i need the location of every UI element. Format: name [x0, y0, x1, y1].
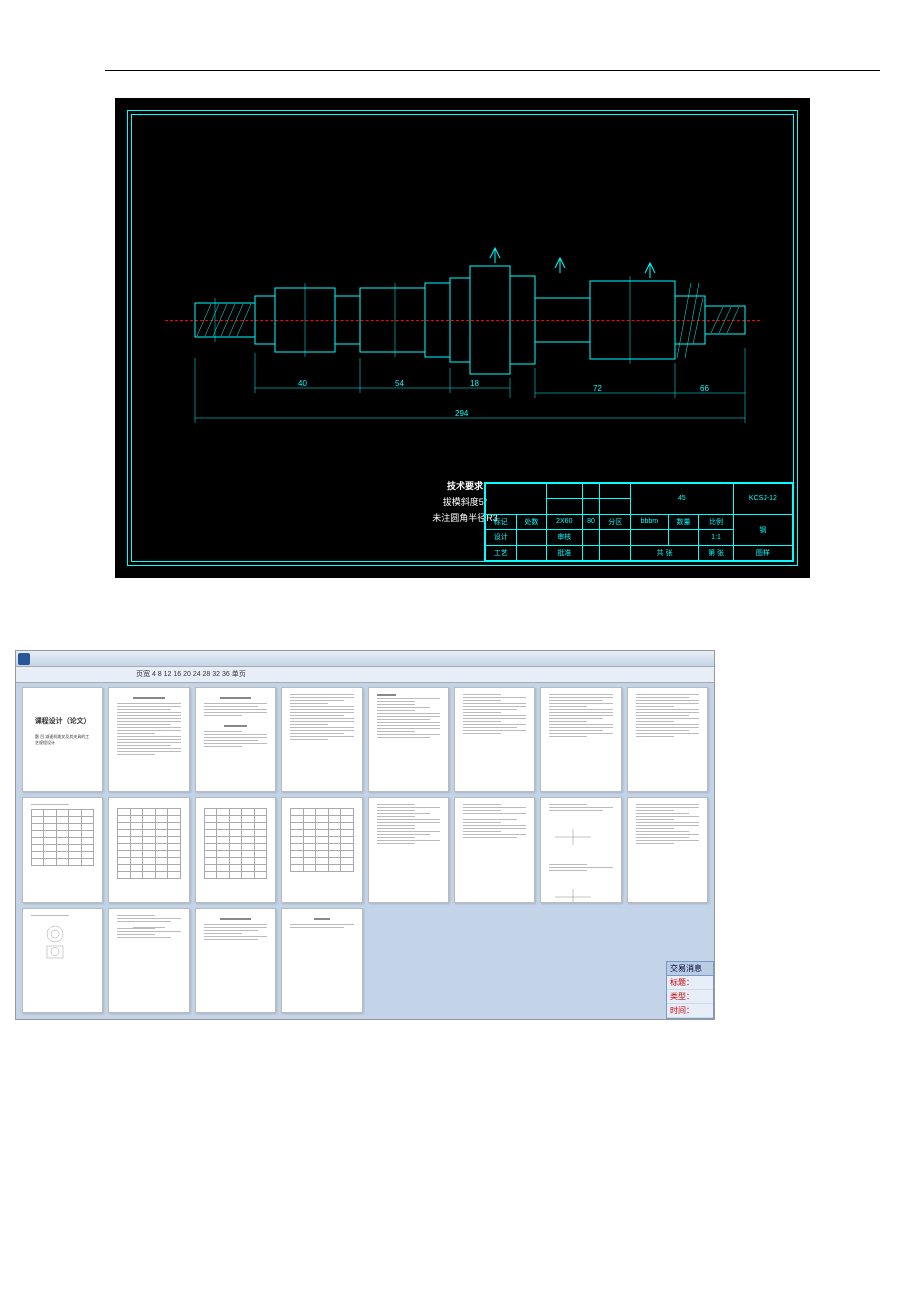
tb-partno: KCSJ-12	[733, 484, 792, 515]
doc-page-6[interactable]	[454, 687, 535, 792]
doc-page-4[interactable]	[281, 687, 362, 792]
dim-len5: 66	[700, 384, 709, 393]
dim-len1: 40	[298, 379, 307, 388]
doc-page-12[interactable]	[281, 797, 362, 902]
doc-page-3[interactable]	[195, 687, 276, 792]
doc-page-19[interactable]	[195, 908, 276, 1013]
doc-page-9[interactable]	[22, 797, 103, 902]
formula-diagram	[553, 817, 593, 857]
word-titlebar	[16, 651, 714, 667]
dim-overall: 294	[455, 409, 469, 418]
mini-table	[290, 808, 353, 872]
panel-header: 交易消息	[667, 962, 713, 976]
word-app-window: 页宽 4 8 12 16 20 24 28 32 36 单页 课程设计（论文） …	[15, 650, 715, 1020]
doc-page-7[interactable]	[540, 687, 621, 792]
word-page-grid: 课程设计（论文） 题 目 减速机拨叉及其夹具的工艺规程设计	[20, 685, 710, 1015]
doc-page-2[interactable]	[108, 687, 189, 792]
mini-table	[117, 808, 180, 879]
empty-slot	[368, 908, 449, 1013]
mini-table	[204, 808, 267, 879]
doc-page-18[interactable]	[108, 908, 189, 1013]
doc-page-17[interactable]	[22, 908, 103, 1013]
doc-page-13[interactable]	[368, 797, 449, 902]
doc-page-11[interactable]	[195, 797, 276, 902]
word-icon	[18, 653, 30, 665]
word-zoom-toolbar[interactable]: 页宽 4 8 12 16 20 24 28 32 36 单页	[16, 667, 714, 683]
doc-page-5[interactable]	[368, 687, 449, 792]
zoom-controls[interactable]: 页宽 4 8 12 16 20 24 28 32 36 单页	[136, 671, 246, 678]
cad-drawing: 294 40 54 18 72 66 技术要求 拔模斜度5° 未注圆角半径R3 …	[115, 98, 810, 578]
doc-page-14[interactable]	[454, 797, 535, 902]
part-sketch	[35, 922, 75, 962]
doc-page-20[interactable]	[281, 908, 362, 1013]
dim-len3: 18	[470, 379, 479, 388]
panel-label-type: 类型：	[670, 991, 694, 1002]
title-block: 45 KCSJ-12 标记 处数 2X60 80 分区 bbbm数量比例 钢 设…	[484, 482, 794, 562]
doc-page-cover[interactable]: 课程设计（论文） 题 目 减速机拨叉及其夹具的工艺规程设计	[22, 687, 103, 792]
empty-slot	[454, 908, 535, 1013]
panel-label-title: 标题：	[670, 977, 694, 988]
doc-page-15[interactable]	[540, 797, 621, 902]
panel-label-time: 时间：	[670, 1005, 694, 1016]
mini-table	[31, 809, 94, 866]
doc-page-10[interactable]	[108, 797, 189, 902]
message-panel[interactable]: 交易消息 标题： 类型： 时间：	[666, 961, 714, 1019]
dim-len4: 72	[593, 384, 602, 393]
formula-diagram	[553, 877, 593, 902]
cover-subtitle: 题 目 减速机拨叉及其夹具的工艺规程设计	[31, 734, 94, 746]
doc-page-16[interactable]	[627, 797, 708, 902]
dim-len2: 54	[395, 379, 404, 388]
cover-title: 课程设计（论文）	[31, 716, 94, 726]
doc-page-8[interactable]	[627, 687, 708, 792]
empty-slot	[540, 908, 621, 1013]
tb-material: 45	[630, 484, 733, 515]
